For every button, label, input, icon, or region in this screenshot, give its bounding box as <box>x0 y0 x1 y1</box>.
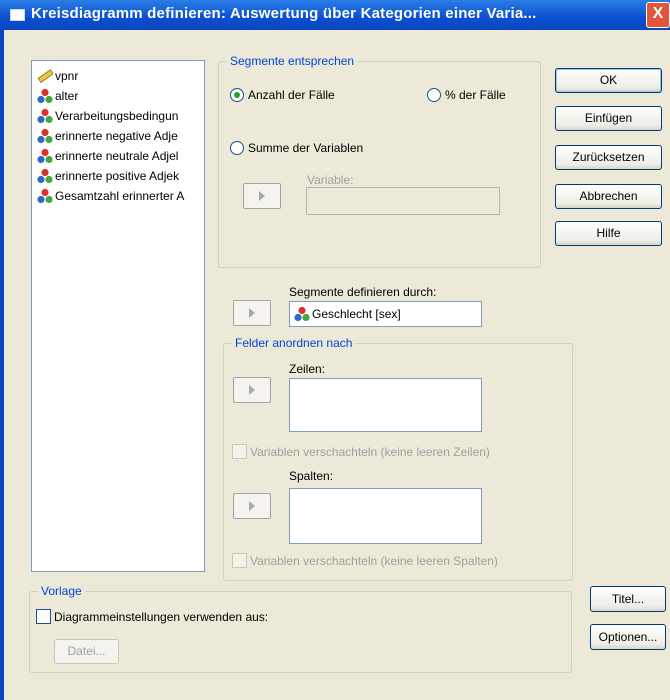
radio-label: % der Fälle <box>445 88 506 102</box>
variable-label: Variable: <box>307 173 354 187</box>
nominal-variable-icon <box>37 88 53 103</box>
list-item[interactable]: erinnerte negative Adje <box>37 126 178 146</box>
radio-percent-of-cases[interactable]: % der Fälle <box>427 86 506 104</box>
nest-columns-checkbox[interactable]: Variablen verschachteln (keine leeren Sp… <box>232 552 498 570</box>
list-item[interactable]: Verarbeitungsbedingun <box>37 106 178 126</box>
variable-label: erinnerte positive Adjek <box>55 169 180 183</box>
group-title: Felder anordnen nach <box>232 336 356 350</box>
columns-label: Spalten: <box>289 469 334 483</box>
ruler-icon <box>37 69 53 83</box>
variable-field[interactable] <box>306 187 500 215</box>
checkbox-box <box>36 609 51 625</box>
nominal-variable-icon <box>37 108 53 123</box>
nominal-variable-icon <box>37 168 53 183</box>
checkbox-label: Variablen verschachteln (keine leeren Sp… <box>250 554 498 568</box>
list-item[interactable]: alter <box>37 86 78 106</box>
checkbox-box <box>232 444 247 460</box>
variable-label: erinnerte negative Adje <box>55 129 178 143</box>
radio-indicator <box>230 87 244 102</box>
list-item[interactable]: Gesamtzahl erinnerter A <box>37 186 184 206</box>
variable-label: Gesamtzahl erinnerter A <box>55 189 185 203</box>
move-define-by-arrow-button[interactable] <box>233 300 271 326</box>
radio-label: Anzahl der Fälle <box>248 88 335 102</box>
ok-button[interactable]: OK <box>555 68 662 93</box>
variable-label: alter <box>55 89 79 103</box>
window-icon <box>10 9 25 21</box>
window-border <box>0 30 4 700</box>
define-slices-label: Segmente definieren durch: <box>289 285 437 299</box>
list-item[interactable]: erinnerte positive Adjek <box>37 166 179 186</box>
file-button[interactable]: Datei... <box>54 639 119 664</box>
radio-indicator <box>427 87 441 102</box>
window-title: Kreisdiagramm definieren: Auswertung übe… <box>31 5 537 22</box>
define-slices-field[interactable]: Geschlecht [sex] <box>289 301 482 327</box>
rows-field[interactable] <box>289 378 482 432</box>
radio-sum-of-variable[interactable]: Summe der Variablen <box>230 139 363 157</box>
radio-label: Summe der Variablen <box>248 141 364 155</box>
group-title: Segmente entsprechen <box>227 54 358 68</box>
move-variable-arrow-button[interactable] <box>243 183 281 209</box>
columns-field[interactable] <box>289 488 482 544</box>
nominal-variable-icon <box>37 128 53 143</box>
nest-rows-checkbox[interactable]: Variablen verschachteln (keine leeren Ze… <box>232 443 490 461</box>
reset-button[interactable]: Zurücksetzen <box>555 145 662 170</box>
list-item[interactable]: vpnr <box>37 66 78 86</box>
group-title: Vorlage <box>38 584 85 598</box>
titles-button[interactable]: Titel... <box>590 586 666 612</box>
move-columns-arrow-button[interactable] <box>233 493 271 519</box>
paste-button[interactable]: Einfügen <box>555 106 662 131</box>
checkbox-label: Diagrammeinstellungen verwenden aus: <box>54 610 269 624</box>
list-item[interactable]: erinnerte neutrale Adjel <box>37 146 178 166</box>
move-rows-arrow-button[interactable] <box>233 377 271 403</box>
help-button[interactable]: Hilfe <box>555 221 662 246</box>
radio-indicator <box>230 140 244 155</box>
title-bar[interactable]: Kreisdiagramm definieren: Auswertung übe… <box>0 0 670 30</box>
use-chart-settings-checkbox[interactable]: Diagrammeinstellungen verwenden aus: <box>36 608 268 626</box>
nominal-variable-icon <box>37 148 53 163</box>
close-button[interactable]: X <box>646 2 670 28</box>
checkbox-label: Variablen verschachteln (keine leeren Ze… <box>250 445 490 459</box>
checkbox-box <box>232 553 247 569</box>
rows-label: Zeilen: <box>289 362 326 376</box>
nominal-variable-icon <box>37 188 53 203</box>
variable-label: vpnr <box>55 69 79 83</box>
source-variable-list[interactable]: vpnr alter Verarbeitungsbedingun erinner… <box>31 60 205 572</box>
chart-dialog: Kreisdiagramm definieren: Auswertung übe… <box>0 0 670 700</box>
options-button[interactable]: Optionen... <box>590 624 666 650</box>
cancel-button[interactable]: Abbrechen <box>555 184 662 209</box>
variable-label: erinnerte neutrale Adjel <box>55 149 179 163</box>
radio-number-of-cases[interactable]: Anzahl der Fälle <box>230 86 335 104</box>
define-slices-value: Geschlecht [sex] <box>312 307 401 321</box>
variable-label: Verarbeitungsbedingun <box>55 109 179 123</box>
nominal-variable-icon <box>294 306 310 322</box>
